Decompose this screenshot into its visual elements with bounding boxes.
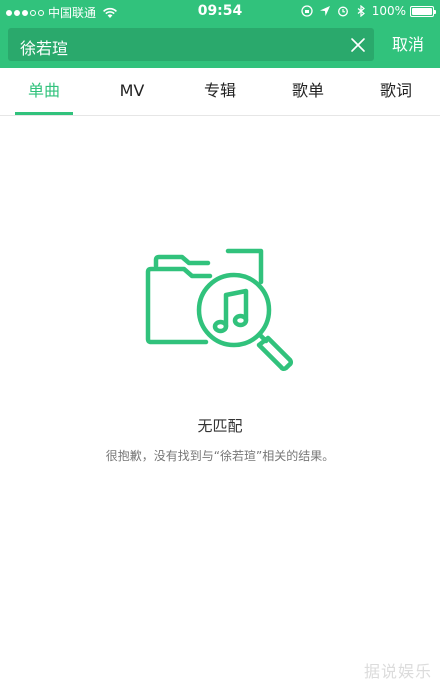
- battery-percent: 100%: [371, 4, 406, 18]
- battery-level: [412, 7, 432, 15]
- tab-songs[interactable]: 单曲: [0, 68, 88, 115]
- search-input[interactable]: 徐若瑄: [8, 28, 374, 61]
- clear-icon[interactable]: [350, 37, 366, 53]
- cancel-button[interactable]: 取消: [384, 28, 432, 61]
- folder-music-search-icon: [145, 248, 294, 372]
- tab-albums[interactable]: 专辑: [176, 68, 264, 115]
- tab-mv[interactable]: MV: [88, 68, 176, 115]
- empty-message: 很抱歉，没有找到与“徐若瑄”相关的结果。: [105, 449, 335, 463]
- status-right: 100%: [300, 4, 436, 18]
- rotation-lock-icon: [301, 5, 313, 17]
- search-results-screen: 中国联通 09:54 100% 徐若瑄 取消 单曲 MV 专辑 歌单 歌词 无匹…: [0, 0, 440, 688]
- status-bar: 中国联通 09:54 100%: [0, 0, 440, 24]
- tab-playlists[interactable]: 歌单: [264, 68, 352, 115]
- battery-icon: [410, 5, 436, 17]
- location-icon: [319, 6, 330, 16]
- alarm-icon: [337, 6, 348, 17]
- header: 中国联通 09:54 100% 徐若瑄 取消: [0, 0, 440, 68]
- bluetooth-icon: [357, 5, 365, 17]
- watermark: 据说娱乐: [363, 662, 432, 681]
- empty-title: 无匹配: [197, 417, 243, 435]
- search-query: 徐若瑄: [20, 39, 69, 58]
- tab-lyrics[interactable]: 歌词: [352, 68, 440, 115]
- result-tabs: 单曲 MV 专辑 歌单 歌词: [0, 68, 440, 116]
